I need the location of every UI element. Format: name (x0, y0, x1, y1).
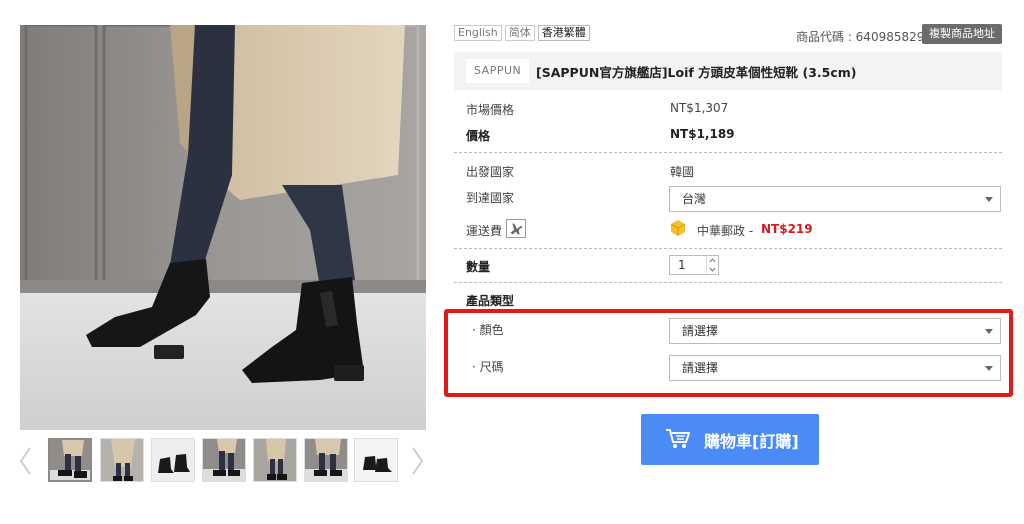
product-options-label: 產品類型 (466, 294, 515, 308)
main-product-photo (20, 25, 426, 430)
copy-product-address-button[interactable]: 複製商品地址 (922, 24, 1002, 44)
thumbnail-1[interactable] (48, 438, 92, 482)
quantity-stepper[interactable]: 1 (669, 255, 719, 275)
lang-simplified-button[interactable]: 简体 (504, 25, 535, 41)
airplane-icon[interactable] (506, 219, 526, 238)
market-price-label: 市場價格 (466, 103, 515, 117)
thumbnail-image (355, 439, 397, 481)
lang-english-button[interactable]: English (454, 25, 502, 41)
add-to-cart-button[interactable]: 購物車[訂購] (641, 414, 819, 465)
thumbnail-image (254, 439, 296, 481)
price-label: 價格 (466, 129, 491, 143)
product-code: 商品代碼 : 640985829 (796, 30, 925, 44)
shipping-fee-label: 運送費 (466, 224, 503, 238)
options-highlight-box (444, 309, 1013, 397)
boots-photo-illustration (20, 25, 426, 430)
thumbnail-5[interactable] (253, 438, 297, 482)
quantity-label: 數量 (466, 260, 491, 274)
brand-tag[interactable]: SAPPUN (466, 59, 530, 83)
thumbnail-6[interactable] (304, 438, 348, 482)
caret-down-icon (985, 197, 993, 202)
thumbnail-7[interactable] (354, 438, 398, 482)
origin-country-label: 出發國家 (466, 165, 515, 179)
spinner-down-icon[interactable] (707, 265, 718, 274)
destination-country-select[interactable]: 台灣 (669, 186, 1001, 212)
thumbnail-image (203, 439, 245, 481)
thumbnail-image (152, 439, 194, 481)
shipping-carrier: 中華郵政 - (697, 224, 754, 238)
destination-country-label: 到達國家 (466, 191, 515, 205)
shipping-fee-value: NT$219 (761, 222, 813, 236)
shopping-cart-icon (666, 429, 690, 448)
quantity-spinner (706, 256, 718, 274)
add-to-cart-label: 購物車[訂購] (704, 432, 799, 451)
thumbnail-image (50, 440, 90, 480)
thumbnail-3[interactable] (151, 438, 195, 482)
lang-traditional-hk-button[interactable]: 香港繁體 (537, 25, 590, 41)
divider (454, 248, 1002, 249)
thumbnail-2[interactable] (100, 438, 144, 482)
spinner-up-icon[interactable] (707, 256, 718, 265)
divider (454, 282, 1002, 283)
thumbnail-strip (18, 438, 430, 484)
language-switcher: English 简体 香港繁體 (454, 25, 590, 41)
price-value: NT$1,189 (670, 127, 735, 141)
divider (454, 152, 1002, 153)
product-title-bar: SAPPUN [SAPPUN官方旗艦店]Loif 方頭皮革個性短靴 (3.5cm… (454, 52, 1002, 90)
product-title: [SAPPUN官方旗艦店]Loif 方頭皮革個性短靴 (3.5cm) (536, 65, 857, 80)
thumbnail-4[interactable] (202, 438, 246, 482)
chevron-right-icon[interactable] (409, 446, 425, 476)
destination-country-value: 台灣 (682, 192, 707, 206)
chevron-left-icon[interactable] (18, 446, 34, 476)
origin-country-value: 韓國 (670, 165, 695, 179)
market-price-value: NT$1,307 (670, 101, 729, 115)
quantity-value: 1 (678, 258, 686, 272)
thumbnail-image (101, 439, 143, 481)
parcel-box-icon (670, 220, 686, 236)
thumbnail-image (305, 439, 347, 481)
